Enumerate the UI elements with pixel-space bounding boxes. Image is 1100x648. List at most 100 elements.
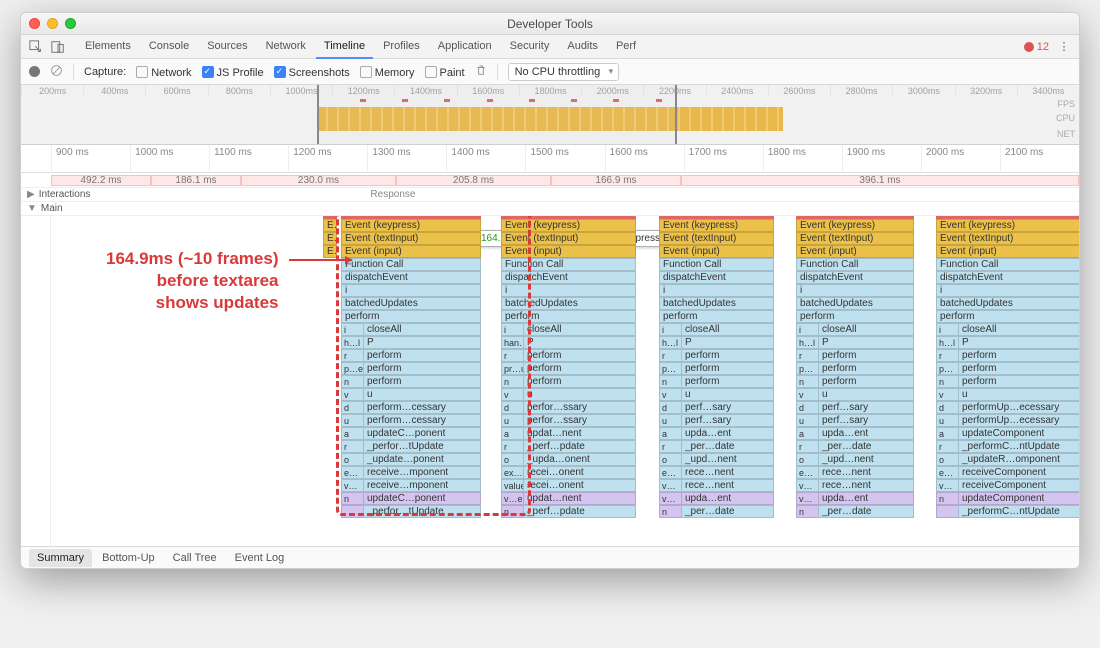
flame-frame[interactable]: u [501,414,523,427]
tab-security[interactable]: Security [502,35,558,59]
memory-checkbox[interactable]: Memory [360,64,415,79]
flame-frame[interactable]: o [341,453,363,466]
flame-frame[interactable]: perfor…ssary [523,414,636,427]
flame-frame[interactable]: P [958,336,1079,349]
flame-frame[interactable]: Event (input) [659,245,774,258]
flame-frame[interactable]: n [796,505,818,518]
flame-stack-column[interactable]: Event (keypress)Event (textInput)Event (… [341,216,481,518]
flame-frame[interactable]: d [659,401,681,414]
flame-frame[interactable]: Function Call [341,258,481,271]
flame-frame[interactable]: v [501,388,523,401]
flame-frame[interactable]: Function Call [501,258,636,271]
flame-frame[interactable]: a [501,427,523,440]
flame-frame[interactable]: performUp…ecessary [958,401,1079,414]
kebab-menu-icon[interactable]: ⋮ [1055,38,1073,56]
trash-icon[interactable] [475,64,487,80]
flame-frame[interactable]: r [936,440,958,453]
flame-frame[interactable]: perform [936,310,1079,323]
flame-frame[interactable]: perform…cessary [363,414,481,427]
flame-frame[interactable]: Event (keypress) [936,219,1079,232]
flame-frame[interactable]: han…el [501,336,523,349]
flame-frame[interactable]: _upd…nent [818,453,914,466]
flame-frame[interactable]: i [659,323,681,336]
cpu-throttling-select[interactable]: No CPU throttling [508,63,620,81]
flame-frame[interactable]: i [341,323,363,336]
flame-frame[interactable]: o [659,453,681,466]
flame-frame[interactable]: h…l [341,336,363,349]
flame-frame[interactable]: batchedUpdates [659,297,774,310]
flame-frame[interactable]: Event (input) [936,245,1079,258]
flame-frame[interactable]: d [796,401,818,414]
flame-frame[interactable]: perfor…ssary [523,401,636,414]
footer-tab-eventlog[interactable]: Event Log [227,549,293,567]
flame-frame[interactable]: rece…nent [818,479,914,492]
flame-frame[interactable]: d [936,401,958,414]
flame-frame[interactable]: _per…date [818,440,914,453]
flame-frame[interactable]: o [501,453,523,466]
tab-console[interactable]: Console [141,35,197,59]
flame-frame[interactable]: perform [818,375,914,388]
footer-tab-summary[interactable]: Summary [29,549,92,567]
flame-frame[interactable]: P [681,336,774,349]
flame-frame[interactable]: o [936,453,958,466]
flame-frame[interactable]: _perfor…tUpdate [363,440,481,453]
flame-frame[interactable]: Event (input) [341,245,481,258]
main-track[interactable]: ▼Main [21,202,1079,216]
flame-frame[interactable]: r [341,349,363,362]
tab-perf[interactable]: Perf [608,35,644,59]
flame-frame[interactable]: perform [659,310,774,323]
flame-frame[interactable]: batchedUpdates [341,297,481,310]
flame-frame[interactable]: a [659,427,681,440]
flame-frame[interactable]: Function Call [659,258,774,271]
flame-frame[interactable]: receive…mponent [363,466,481,479]
flame-frame[interactable]: p… [796,362,818,375]
flame-frame[interactable]: _performC…ntUpdate [958,505,1079,518]
tab-audits[interactable]: Audits [559,35,606,59]
flame-frame[interactable]: _perf…pdate [523,440,636,453]
tab-sources[interactable]: Sources [199,35,255,59]
flame-frame[interactable]: Event (keypress) [501,219,636,232]
footer-tab-bottomup[interactable]: Bottom-Up [94,549,163,567]
inspect-element-icon[interactable] [27,38,45,56]
flame-frame[interactable]: e… [659,466,681,479]
flame-frame[interactable]: rece…nent [681,479,774,492]
flame-frame[interactable]: u [818,388,914,401]
flame-frame[interactable]: perform [363,349,481,362]
flame-frame[interactable]: _update…ponent [363,453,481,466]
flame-frame[interactable]: u [681,388,774,401]
flame-frame[interactable]: batchedUpdates [936,297,1079,310]
flame-frame[interactable]: dispatchEvent [341,271,481,284]
flame-frame[interactable]: perform [681,362,774,375]
flame-frame[interactable]: _perf…pdate [523,505,636,518]
flame-frame[interactable]: updat…nent [523,492,636,505]
flame-frame[interactable]: r [796,440,818,453]
flame-frame[interactable]: p…e [341,362,363,375]
flame-stack-column[interactable]: Event (keypress)Event (textInput)Event (… [659,216,774,518]
flame-frame[interactable]: u [341,414,363,427]
disclosure-triangle-icon[interactable]: ▼ [27,203,37,214]
flame-frame[interactable]: perf…sary [818,414,914,427]
flame-frame[interactable]: e… [341,466,363,479]
flame-frame[interactable]: ex…e [501,466,523,479]
flame-frame[interactable]: recei…onent [523,466,636,479]
flame-frame[interactable]: perform [523,362,636,375]
flame-frame[interactable]: Event (keypress) [341,219,481,232]
flame-frame[interactable]: Event (input) [796,245,914,258]
flame-frame[interactable]: updateC…ponent [363,427,481,440]
tab-timeline[interactable]: Timeline [316,35,373,59]
flame-frame[interactable]: e… [796,466,818,479]
flame-frame[interactable]: h…l [659,336,681,349]
tab-elements[interactable]: Elements [77,35,139,59]
flame-frame[interactable]: u [796,414,818,427]
flame-frame[interactable]: r [341,440,363,453]
overview-panel[interactable]: 200ms400ms600ms800ms1000ms1200ms1400ms16… [21,85,1079,145]
flame-frame[interactable]: updateComponent [958,492,1079,505]
flame-frame[interactable]: perform…cessary [363,401,481,414]
flame-frame[interactable]: v… [659,492,681,505]
flame-frame[interactable]: v [796,388,818,401]
flame-frame[interactable]: u [659,414,681,427]
flame-frame[interactable]: upda…ent [681,492,774,505]
tab-network[interactable]: Network [258,35,314,59]
flame-frame[interactable]: perform [363,375,481,388]
flame-frame[interactable]: Event (keypress) [659,219,774,232]
